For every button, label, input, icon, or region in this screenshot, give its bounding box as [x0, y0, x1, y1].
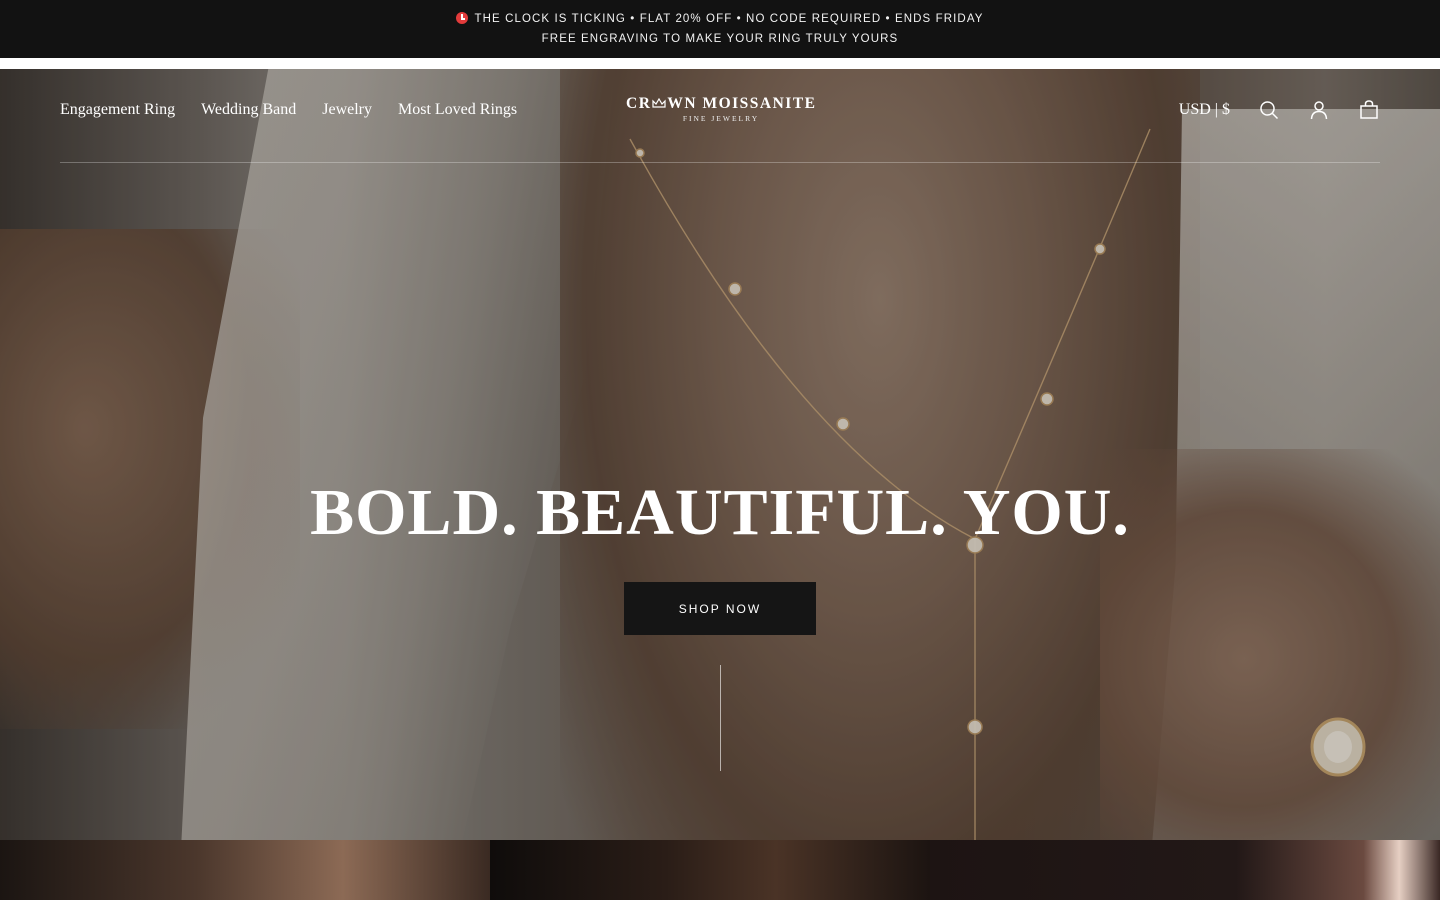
announcement-line-engraving: FREE ENGRAVING TO MAKE YOUR RING TRULY Y… — [541, 33, 899, 45]
site-logo[interactable]: CR WN MOISSANITE FINE JEWELRY — [626, 95, 816, 123]
collection-tile[interactable] — [490, 840, 930, 900]
logo-tagline: FINE JEWELRY — [682, 114, 760, 123]
header-utilities: USD | $ — [1179, 99, 1380, 121]
collection-tiles — [0, 840, 1440, 900]
logo-wordmark: CR WN MOISSANITE — [626, 95, 816, 113]
site-header: Engagement Ring Wedding Band Jewelry Mos… — [60, 69, 1380, 163]
logo-wordmark-right: WN MOISSANITE — [667, 95, 817, 112]
main-nav: Engagement Ring Wedding Band Jewelry Mos… — [60, 101, 517, 119]
announcement-line-promo: THE CLOCK IS TICKING • FLAT 20% OFF • NO… — [456, 12, 983, 26]
announcement-bar: THE CLOCK IS TICKING • FLAT 20% OFF • NO… — [0, 0, 1440, 58]
announcement-promo-text: THE CLOCK IS TICKING • FLAT 20% OFF • NO… — [474, 13, 984, 25]
nav-item-engagement-ring[interactable]: Engagement Ring — [60, 101, 175, 119]
logo-wordmark-left: CR — [626, 95, 652, 112]
collection-tile[interactable] — [0, 840, 490, 900]
cart-icon[interactable] — [1358, 99, 1380, 121]
nav-item-jewelry[interactable]: Jewelry — [322, 101, 372, 119]
alarm-clock-icon — [456, 12, 469, 24]
hero-headline: BOLD. BEAUTIFUL. YOU. — [310, 476, 1130, 549]
nav-item-wedding-band[interactable]: Wedding Band — [201, 101, 296, 119]
crown-icon — [652, 98, 666, 108]
scroll-indicator-line — [720, 665, 721, 771]
account-icon[interactable] — [1308, 99, 1330, 121]
header-divider-strip — [0, 58, 1440, 69]
nav-item-most-loved-rings[interactable]: Most Loved Rings — [398, 101, 517, 119]
currency-selector[interactable]: USD | $ — [1179, 101, 1230, 119]
shop-now-button[interactable]: SHOP NOW — [624, 582, 816, 635]
search-icon[interactable] — [1258, 99, 1280, 121]
collection-tile[interactable] — [930, 840, 1440, 900]
